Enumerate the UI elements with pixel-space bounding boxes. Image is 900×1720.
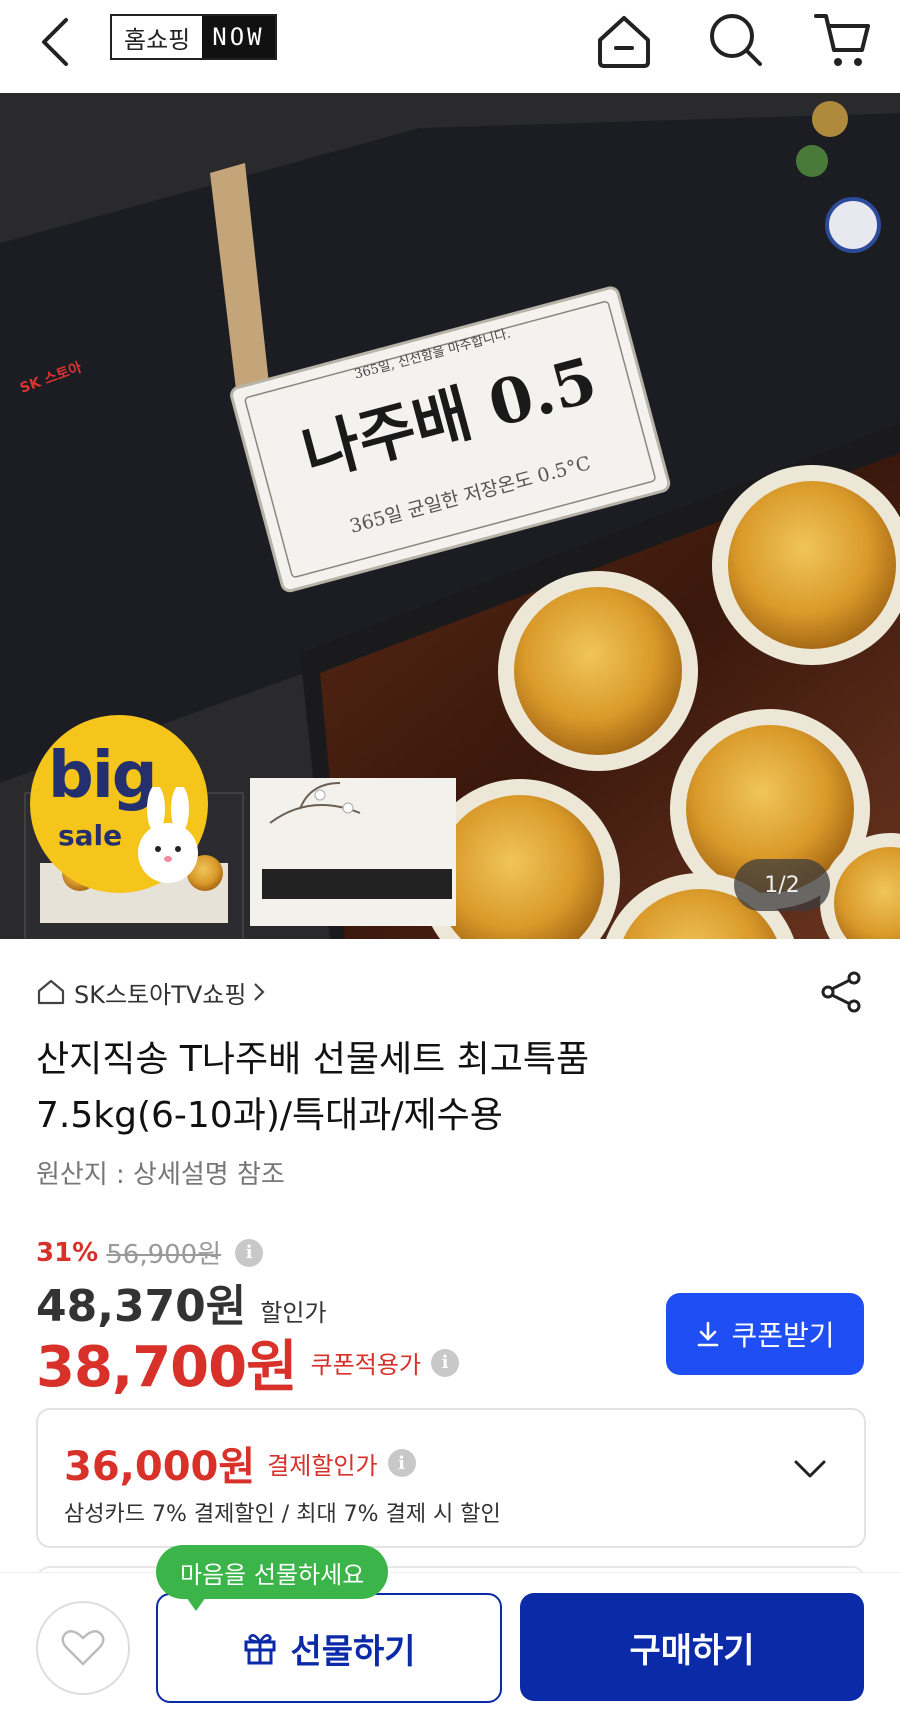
badge-sale-text: sale bbox=[58, 819, 123, 852]
gift-button-label: 선물하기 bbox=[290, 1631, 416, 1672]
bottom-action-bar: 선물하기 구매하기 bbox=[0, 1572, 900, 1720]
store-home-icon bbox=[36, 978, 66, 1006]
coupon-price: 38,700원 bbox=[36, 1335, 298, 1400]
info-icon[interactable]: i bbox=[235, 1238, 264, 1267]
product-title: 산지직송 T나주배 선물세트 최고특품 7.5kg(6-10과)/특대과/제수용 bbox=[36, 1032, 864, 1144]
discount-percent: 31% bbox=[36, 1237, 99, 1268]
rabbit-icon bbox=[138, 787, 198, 883]
product-title-line2: 7.5kg(6-10과)/특대과/제수용 bbox=[36, 1095, 503, 1136]
coupon-price-label: 쿠폰적용가 bbox=[310, 1351, 422, 1379]
coupon-button-label: 쿠폰받기 bbox=[731, 1319, 835, 1352]
download-icon bbox=[695, 1320, 721, 1348]
info-icon[interactable]: i bbox=[431, 1348, 460, 1377]
product-title-line1: 산지직송 T나주배 선물세트 최고특품 bbox=[36, 1039, 590, 1080]
cart-icon[interactable] bbox=[810, 8, 874, 76]
wishlist-button[interactable] bbox=[36, 1601, 130, 1695]
search-icon[interactable] bbox=[704, 8, 768, 76]
payment-price: 36,000원 bbox=[64, 1444, 256, 1490]
top-app-bar: 홈쇼핑 NOW bbox=[0, 0, 900, 93]
payment-price-label: 결제할인가 bbox=[267, 1451, 378, 1480]
image-pager: 1/2 bbox=[734, 859, 830, 911]
chevron-down-icon[interactable] bbox=[792, 1458, 828, 1484]
share-icon[interactable] bbox=[820, 970, 864, 1018]
coupon-download-button[interactable]: 쿠폰받기 bbox=[666, 1293, 864, 1375]
logo-text-b: NOW bbox=[202, 16, 275, 58]
payment-discount-box[interactable]: 36,000원 결제할인가 i 삼성카드 7% 결제할인 / 최대 7% 결제 … bbox=[36, 1408, 866, 1548]
buy-button[interactable]: 구매하기 bbox=[520, 1593, 864, 1701]
store-link[interactable]: SK스토아TV쇼핑 bbox=[36, 972, 864, 1012]
payment-detail: 삼성카드 7% 결제할인 / 최대 7% 결제 시 할인 bbox=[64, 1502, 501, 1527]
payment-price-row: 36,000원 결제할인가 i bbox=[64, 1434, 416, 1492]
chevron-right-icon bbox=[252, 981, 266, 1003]
homeshopping-now-logo[interactable]: 홈쇼핑 NOW bbox=[110, 14, 277, 60]
gift-icon bbox=[242, 1630, 278, 1666]
back-icon[interactable] bbox=[36, 12, 76, 76]
product-origin: 원산지 : 상세설명 참조 bbox=[36, 1160, 285, 1190]
gift-tooltip: 마음을 선물하세요 bbox=[156, 1545, 389, 1611]
gift-button[interactable]: 선물하기 bbox=[156, 1593, 502, 1703]
product-image-carousel[interactable]: 365일, 신선함을 마주합니다. 나주배 0.5 365일 균일한 저장온도 … bbox=[0, 93, 900, 939]
info-icon[interactable]: i bbox=[387, 1449, 416, 1477]
discount-row: 31% 56,900원 i bbox=[36, 1234, 864, 1271]
logo-text-a: 홈쇼핑 bbox=[124, 25, 191, 54]
big-sale-badge: big sale bbox=[30, 715, 208, 893]
home-icon[interactable] bbox=[592, 10, 656, 74]
original-price: 56,900원 bbox=[106, 1240, 222, 1270]
heart-icon bbox=[60, 1628, 106, 1668]
store-name: SK스토아TV쇼핑 bbox=[74, 980, 247, 1009]
